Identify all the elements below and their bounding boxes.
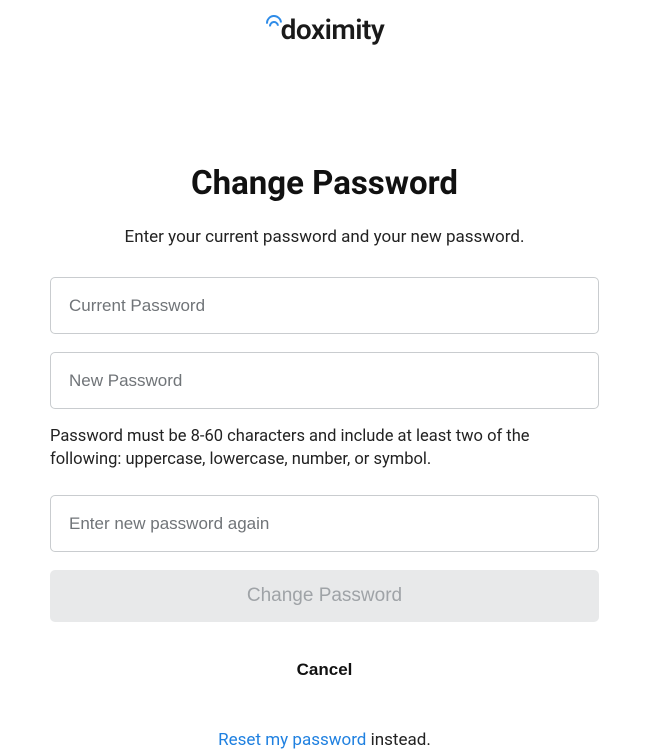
reset-password-link[interactable]: Reset my password: [218, 730, 366, 750]
logo-text: doximity: [281, 16, 385, 44]
page-subtitle: Enter your current password and your new…: [50, 227, 599, 247]
cancel-button[interactable]: Cancel: [50, 660, 599, 680]
page-title: Change Password: [50, 164, 599, 203]
footer-text: Reset my password instead.: [50, 730, 599, 750]
change-password-button[interactable]: Change Password: [50, 570, 599, 622]
change-password-form: Change Password Enter your current passw…: [50, 164, 599, 750]
password-hint: Password must be 8-60 characters and inc…: [50, 425, 599, 471]
logo-arcs-icon: [265, 14, 283, 34]
confirm-password-input[interactable]: [50, 495, 599, 552]
footer-suffix: instead.: [366, 730, 430, 750]
logo: doximity: [50, 16, 599, 44]
current-password-input[interactable]: [50, 277, 599, 334]
new-password-input[interactable]: [50, 352, 599, 409]
